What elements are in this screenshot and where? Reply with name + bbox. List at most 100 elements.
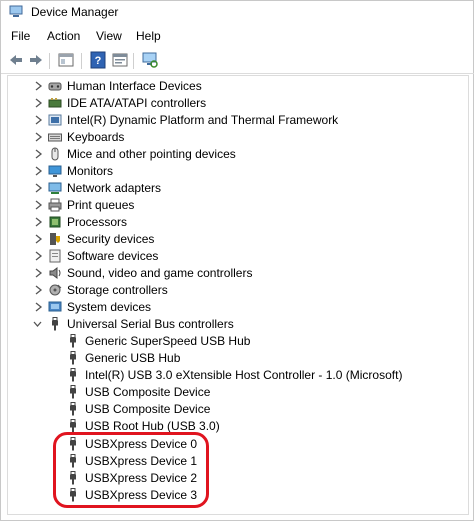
- keyboard-icon: [48, 133, 62, 142]
- usb-device-icon: [70, 334, 76, 348]
- tree-item-security-devices[interactable]: Security devices: [8, 231, 468, 248]
- tree-item-human-interface-devices[interactable]: Human Interface Devices: [8, 78, 468, 95]
- network-adapter-icon: [48, 182, 62, 194]
- tree-item-label: Network adapters: [67, 181, 162, 195]
- mouse-icon: [51, 147, 59, 161]
- show-hide-console-tree-icon[interactable]: [57, 51, 75, 69]
- tree-item-label: Intel(R) Dynamic Platform and Thermal Fr…: [67, 113, 339, 127]
- menu-help[interactable]: Help: [134, 29, 163, 43]
- printer-icon: [48, 198, 62, 212]
- usbxpress-highlight-outline: [53, 432, 209, 508]
- usb-device-label: Generic SuperSpeed USB Hub: [85, 334, 251, 348]
- chevron-right-icon[interactable]: [34, 217, 43, 227]
- menu-action[interactable]: Action: [45, 29, 82, 43]
- usb-device-icon: [70, 351, 76, 365]
- usb-device-item[interactable]: USB Composite Device: [8, 401, 468, 418]
- tree-item-intel-dynamic-platform[interactable]: Intel(R) Dynamic Platform and Thermal Fr…: [8, 112, 468, 129]
- device-tree: Human Interface Devices IDE ATA/ATAPI co…: [7, 75, 469, 515]
- tree-item-network-adapters[interactable]: Network adapters: [8, 180, 468, 197]
- chevron-right-icon[interactable]: [34, 81, 43, 91]
- window-title: Device Manager: [31, 5, 119, 19]
- title-bar: Device Manager: [1, 1, 474, 23]
- tree-item-label: Human Interface Devices: [67, 79, 202, 93]
- usb-device-item[interactable]: USB Composite Device: [8, 384, 468, 401]
- scan-hardware-changes-icon[interactable]: [141, 51, 159, 69]
- usb-device-icon: [70, 385, 76, 399]
- tree-item-label: Keyboards: [67, 130, 125, 144]
- usb-icon: [52, 317, 58, 331]
- tree-item-system-devices[interactable]: System devices: [8, 299, 468, 316]
- usb-device-label: Generic USB Hub: [85, 351, 181, 365]
- tree-item-software-devices[interactable]: Software devices: [8, 248, 468, 265]
- speaker-icon: [49, 267, 61, 279]
- tree-item-usb-controllers[interactable]: Universal Serial Bus controllers: [8, 316, 468, 333]
- system-device-icon: [48, 301, 62, 312]
- chevron-right-icon[interactable]: [34, 115, 43, 125]
- tree-item-print-queues[interactable]: Print queues: [8, 197, 468, 214]
- software-device-icon: [49, 249, 61, 263]
- tree-item-ide-ata-atapi-controllers[interactable]: IDE ATA/ATAPI controllers: [8, 95, 468, 112]
- tree-item-processors[interactable]: Processors: [8, 214, 468, 231]
- tree-item-label: Software devices: [67, 249, 159, 263]
- usb-device-item[interactable]: Generic USB Hub: [8, 350, 468, 367]
- menu-view[interactable]: View: [94, 29, 124, 43]
- usb-device-label: USB Composite Device: [85, 402, 211, 416]
- tree-item-label: Universal Serial Bus controllers: [67, 317, 234, 331]
- tree-item-mice[interactable]: Mice and other pointing devices: [8, 146, 468, 163]
- chevron-down-icon[interactable]: [33, 319, 42, 329]
- chevron-right-icon[interactable]: [34, 251, 43, 261]
- toolbar-separator: [81, 53, 82, 69]
- tree-item-storage-controllers[interactable]: Storage controllers: [8, 282, 468, 299]
- tree-item-label: Monitors: [67, 164, 114, 178]
- chevron-right-icon[interactable]: [34, 132, 43, 142]
- chevron-right-icon[interactable]: [34, 302, 43, 312]
- storage-controller-icon: [49, 284, 62, 296]
- thermal-framework-icon: [48, 114, 62, 126]
- usb-device-label: USB Root Hub (USB 3.0): [85, 419, 220, 433]
- forward-arrow-icon[interactable]: [27, 51, 45, 69]
- usb-device-icon: [70, 368, 76, 382]
- menu-file[interactable]: File: [9, 29, 32, 43]
- usb-device-label: USB Composite Device: [85, 385, 211, 399]
- usb-device-item[interactable]: Intel(R) USB 3.0 eXtensible Host Control…: [8, 367, 468, 384]
- chevron-right-icon[interactable]: [34, 98, 43, 108]
- usb-device-item[interactable]: Generic SuperSpeed USB Hub: [8, 333, 468, 350]
- tree-item-label: System devices: [67, 300, 152, 314]
- toolbar-divider: [1, 73, 474, 74]
- tree-item-label: Storage controllers: [67, 283, 168, 297]
- processor-icon: [49, 216, 61, 228]
- tree-item-label: Security devices: [67, 232, 155, 246]
- ide-controller-icon: [48, 98, 62, 108]
- tree-item-label: Sound, video and game controllers: [67, 266, 253, 280]
- hid-icon: [48, 82, 62, 91]
- usb-device-label: Intel(R) USB 3.0 eXtensible Host Control…: [85, 368, 403, 382]
- chevron-right-icon[interactable]: [34, 234, 43, 244]
- device-manager-window: Device Manager File Action View Help ? H…: [0, 0, 474, 521]
- tree-item-label: IDE ATA/ATAPI controllers: [67, 96, 207, 110]
- device-manager-app-icon: [9, 5, 23, 17]
- tree-item-sound-video-game[interactable]: Sound, video and game controllers: [8, 265, 468, 282]
- toolbar-separator: [49, 53, 50, 69]
- chevron-right-icon[interactable]: [34, 285, 43, 295]
- tree-item-label: Processors: [67, 215, 128, 229]
- toolbar: ?: [1, 49, 474, 73]
- usb-device-icon: [70, 402, 76, 416]
- usb-device-icon: [70, 419, 76, 433]
- chevron-right-icon[interactable]: [34, 183, 43, 193]
- help-icon[interactable]: ?: [89, 51, 107, 69]
- svg-text:?: ?: [95, 55, 102, 67]
- tree-item-monitors[interactable]: Monitors: [8, 163, 468, 180]
- menu-bar: File Action View Help: [1, 27, 474, 47]
- chevron-right-icon[interactable]: [34, 149, 43, 159]
- toolbar-separator: [133, 53, 134, 69]
- monitor-icon: [48, 165, 62, 177]
- properties-icon[interactable]: [111, 51, 129, 69]
- tree-item-keyboards[interactable]: Keyboards: [8, 129, 468, 146]
- chevron-right-icon[interactable]: [34, 200, 43, 210]
- chevron-right-icon[interactable]: [34, 268, 43, 278]
- back-arrow-icon[interactable]: [7, 51, 25, 69]
- tree-item-label: Print queues: [67, 198, 135, 212]
- security-device-icon: [50, 233, 60, 245]
- chevron-right-icon[interactable]: [34, 166, 43, 176]
- tree-item-label: Mice and other pointing devices: [67, 147, 236, 161]
